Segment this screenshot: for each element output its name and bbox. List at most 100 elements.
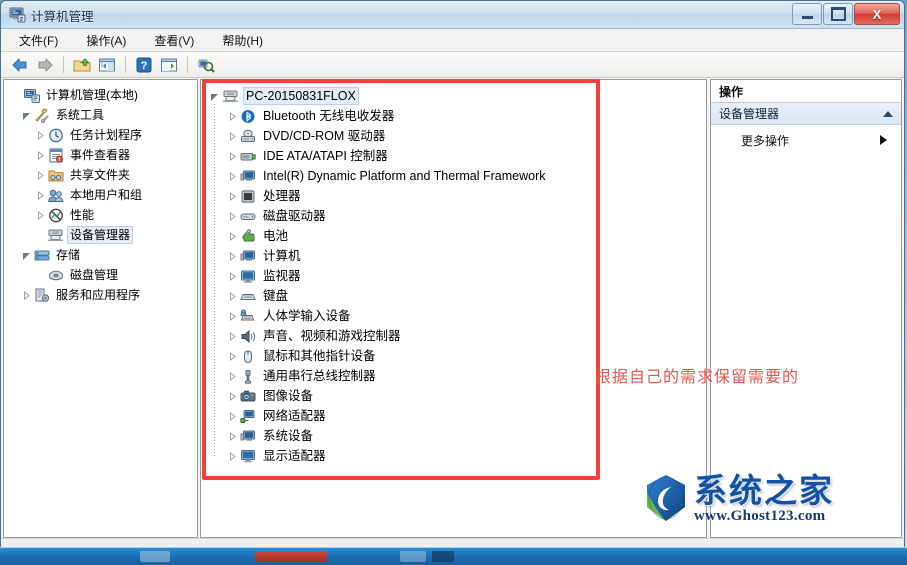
device-node-monitors[interactable]: 监视器 [207,266,706,286]
device-node-ide[interactable]: IDE ATA/ATAPI 控制器 [207,146,706,166]
expander-collapsed[interactable] [225,410,239,423]
device-node-display-adapters[interactable]: 显示适配器 [207,446,706,466]
dvd-drive-icon [239,128,257,144]
expander-collapsed[interactable] [34,149,47,162]
device-node-label: 通用串行总线控制器 [263,369,376,383]
expander-collapsed[interactable] [225,270,239,283]
device-node-label: 鼠标和其他指针设备 [263,349,376,363]
device-node-computer[interactable]: 计算机 [207,246,706,266]
expander-collapsed[interactable] [34,189,47,202]
sidebar-item-local-users-groups[interactable]: 本地用户和组 [8,185,197,205]
expander-expanded[interactable] [20,249,33,262]
sidebar-item-shared-folders[interactable]: 共享文件夹 [8,165,197,185]
sidebar-item-label: 性能 [70,208,95,222]
watermark-name: 系统之家 [694,470,834,510]
device-node-disk-drives[interactable]: 磁盘驱动器 [207,206,706,226]
device-node-processor[interactable]: 处理器 [207,186,706,206]
action-more-actions[interactable]: 更多操作 [711,129,901,151]
sidebar-item-storage[interactable]: 存储 [8,245,197,265]
up-folder-icon[interactable] [71,55,93,75]
menu-file[interactable]: 文件(F) [15,30,62,51]
scan-hardware-changes-icon[interactable] [195,55,217,75]
expander-collapsed[interactable] [225,330,239,343]
expander-collapsed[interactable] [34,209,47,222]
sidebar-item-task-scheduler[interactable]: 任务计划程序 [8,125,197,145]
menu-help[interactable]: 帮助(H) [218,30,267,51]
services-icon [33,287,50,303]
expander-collapsed[interactable] [225,350,239,363]
sidebar-item-event-viewer[interactable]: 事件查看器 [8,145,197,165]
device-node-dvd[interactable]: DVD/CD-ROM 驱动器 [207,126,706,146]
expander-expanded[interactable] [20,109,33,122]
menu-action[interactable]: 操作(A) [82,30,130,51]
close-button[interactable]: X [854,3,900,25]
actions-pane[interactable]: 操作 设备管理器 更多操作 [710,79,902,538]
expander-collapsed[interactable] [225,390,239,403]
device-tree-pane[interactable]: PC-20150831FLOX Bluetooth 无线电收发器 DVD/CD-… [200,79,707,538]
computer-management-icon [9,6,26,23]
hid-icon [239,308,257,324]
show-hide-action-pane-icon[interactable] [158,55,180,75]
taskbar-item-1[interactable] [140,551,170,562]
help-icon[interactable]: ? [133,55,155,75]
show-hide-console-tree-icon[interactable] [96,55,118,75]
expander-collapsed[interactable] [225,190,239,203]
sidebar-item-performance[interactable]: 性能 [8,205,197,225]
sidebar-item-disk-management[interactable]: 磁盘管理 [8,265,197,285]
device-manager-icon [47,227,64,243]
forward-icon[interactable] [34,55,56,75]
menu-view[interactable]: 查看(V) [150,30,198,51]
device-node-bluetooth[interactable]: Bluetooth 无线电收发器 [207,106,706,126]
sidebar-item-device-manager[interactable]: 设备管理器 [8,225,197,245]
display-adapter-icon [239,448,257,464]
taskbar-item-4[interactable] [432,551,454,562]
sidebar-item-label: 计算机管理(本地) [46,88,138,102]
watermark: 系统之家 www.Ghost123.com [640,473,834,525]
device-tree: PC-20150831FLOX Bluetooth 无线电收发器 DVD/CD-… [201,80,706,466]
minimize-button[interactable] [792,3,822,25]
taskbar[interactable] [0,547,907,565]
clock-icon [47,127,64,143]
actions-group-device-manager[interactable]: 设备管理器 [711,103,901,125]
expander-collapsed[interactable] [225,170,239,183]
device-node-keyboards[interactable]: 键盘 [207,286,706,306]
expander-collapsed[interactable] [34,129,47,142]
expander-collapsed[interactable] [225,370,239,383]
annotation-text: 根据自己的需求保留需要的 [595,367,800,386]
device-tree-root[interactable]: PC-20150831FLOX [207,86,706,106]
sidebar-item-label: 设备管理器 [67,226,134,244]
expander-collapsed[interactable] [20,289,33,302]
expander-collapsed[interactable] [225,110,239,123]
device-node-hid[interactable]: 人体学输入设备 [207,306,706,326]
maximize-button[interactable] [823,3,853,25]
device-node-system-devices[interactable]: 系统设备 [207,426,706,446]
expander-expanded[interactable] [207,90,221,103]
expander-collapsed[interactable] [225,210,239,223]
expander-collapsed[interactable] [225,290,239,303]
back-icon[interactable] [9,55,31,75]
console-tree-pane[interactable]: 计算机管理(本地) 系统工具 任务计划程序 事件查看器 共享文件夹 本地用户和组… [3,79,198,538]
title-bar[interactable]: 计算机管理 X [1,1,904,29]
expander-collapsed[interactable] [225,230,239,243]
chevron-up-icon[interactable] [883,110,893,117]
taskbar-item-2[interactable] [255,551,327,562]
watermark-text: 系统之家 www.Ghost123.com [694,474,834,525]
expander-collapsed[interactable] [34,169,47,182]
sidebar-item-computer-management[interactable]: 计算机管理(本地) [8,85,197,105]
taskbar-item-3[interactable] [400,551,426,562]
storage-icon [33,247,50,263]
expander-collapsed[interactable] [225,430,239,443]
device-node-label: Intel(R) Dynamic Platform and Thermal Fr… [263,169,546,183]
device-node-intel-dptf[interactable]: Intel(R) Dynamic Platform and Thermal Fr… [207,166,706,186]
sidebar-item-services-applications[interactable]: 服务和应用程序 [8,285,197,305]
expander-collapsed[interactable] [225,250,239,263]
sidebar-item-system-tools[interactable]: 系统工具 [8,105,197,125]
device-node-sound[interactable]: 声音、视频和游戏控制器 [207,326,706,346]
device-node-network[interactable]: 网络适配器 [207,406,706,426]
expander-collapsed[interactable] [225,310,239,323]
expander-collapsed[interactable] [225,450,239,463]
device-node-batteries[interactable]: 电池 [207,226,706,246]
expander-collapsed[interactable] [225,150,239,163]
expander-collapsed[interactable] [225,130,239,143]
device-node-imaging[interactable]: 图像设备 [207,386,706,406]
